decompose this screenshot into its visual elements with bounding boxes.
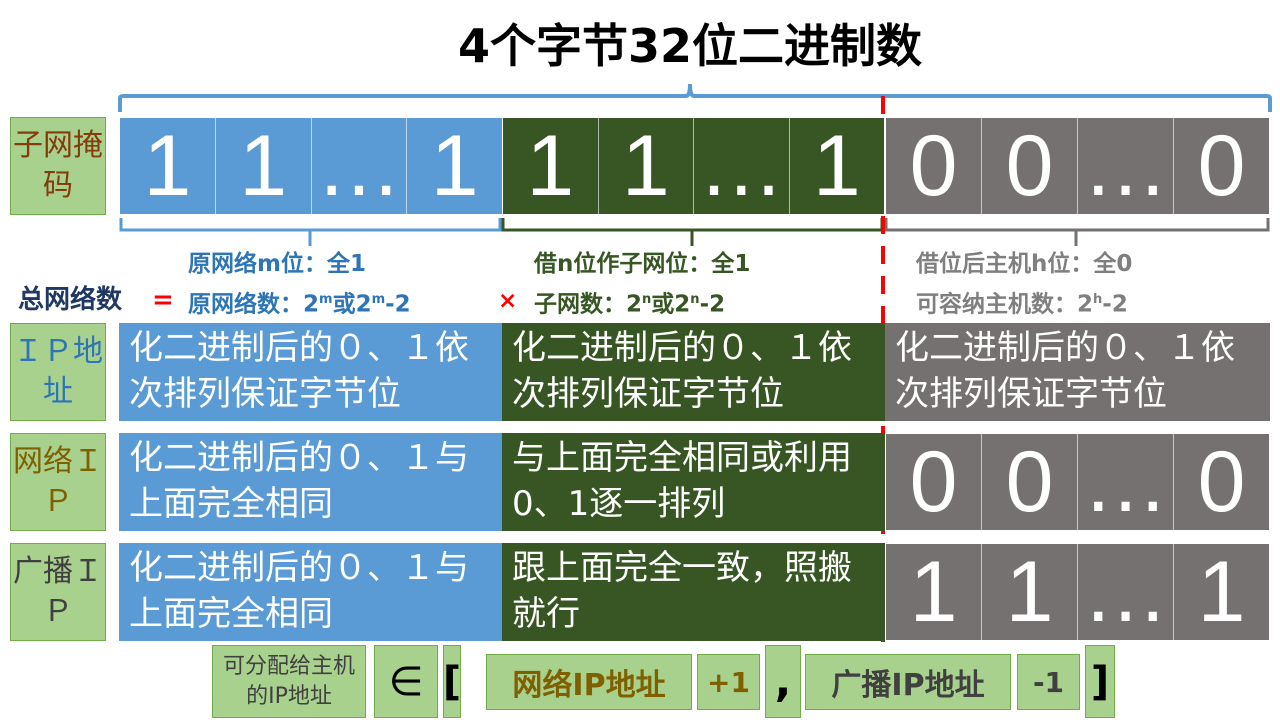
broadcast-ip-host-bits: 1 1… 1 (885, 543, 1270, 641)
bit: 1 (120, 118, 216, 214)
broadcast-ip-subnet-part: 跟上面完全一致，照搬就行 (502, 543, 885, 641)
equals-sign: = (152, 285, 174, 315)
right-bracket: ] (1085, 645, 1115, 718)
bit: … (1078, 544, 1174, 640)
network-ip-address-box: 网络IP地址 (486, 654, 692, 710)
ip-network-part: 化二进制后的０、１依次排列保证字节位 (119, 323, 503, 421)
bit: 1 (216, 118, 312, 214)
bit: 0 (886, 118, 982, 214)
bit: … (694, 118, 790, 214)
bit: … (312, 118, 408, 214)
bit: … (1078, 434, 1174, 530)
text: -2 (385, 291, 411, 318)
bit: 0 (886, 434, 982, 530)
mask-subnet-bits: 1 1… 1 (502, 117, 885, 215)
total-networks-label: 总网络数 (18, 285, 123, 315)
exp: m (371, 292, 386, 307)
text: 可容纳主机数：2 (916, 291, 1094, 318)
broadcast-ip-address-box: 广播IP地址 (805, 654, 1011, 710)
times-sign: × (498, 288, 518, 314)
host-count-note: 可容纳主机数：2h-2 (916, 282, 1128, 323)
subnet-count-note: 子网数：2n或2n-2 (534, 282, 725, 323)
bit: 1 (503, 118, 599, 214)
exp: n (642, 292, 652, 307)
comma: , (765, 645, 801, 718)
net-bits-note: 原网络m位：全1 (188, 251, 366, 277)
exp: n (690, 292, 700, 307)
bit: 1 (812, 117, 861, 214)
network-ip-network-part: 化二进制后的０、１与上面完全相同 (119, 433, 503, 531)
element-of-symbol: ∈ (374, 645, 438, 718)
text: 或2 (651, 291, 691, 318)
bit: 1 (599, 118, 694, 214)
minus-one-box: -1 (1017, 654, 1080, 710)
bit: 1 (430, 117, 479, 214)
broadcast-ip-network-part: 化二进制后的０、１与上面完全相同 (119, 543, 503, 641)
text: 子网数：2 (534, 291, 643, 318)
text: -2 (1102, 291, 1128, 318)
bit: 0 (1197, 117, 1246, 214)
network-ip-subnet-part: 与上面完全相同或利用0、1逐一排列 (502, 433, 885, 531)
exp: m (319, 292, 333, 307)
host-brace (884, 218, 1270, 246)
bit: 1 (886, 544, 982, 640)
row-label-network: 网络ＩＰ (10, 433, 106, 531)
top-brace (118, 83, 1272, 112)
bit: … (1078, 118, 1174, 214)
plus-one-box: +1 (697, 654, 760, 710)
subnet-bits-note: 借n位作子网位：全1 (534, 251, 751, 277)
net-brace (119, 218, 502, 246)
sub-brace (501, 218, 884, 246)
bit: 0 (982, 434, 1078, 530)
mask-network-bits: 1 1… 1 (119, 117, 503, 215)
ip-host-part: 化二进制后的０、１依次排列保证字节位 (885, 323, 1270, 421)
left-bracket: [ (443, 645, 461, 718)
text: 原网络数：2 (188, 291, 320, 318)
assignable-host-ip-label: 可分配给主机的IP地址 (212, 645, 366, 718)
ip-subnet-part: 化二进制后的０、１依次排列保证字节位 (502, 323, 885, 421)
mask-host-bits: 0 0… 0 (885, 117, 1270, 215)
host-bits-note: 借位后主机h位：全0 (916, 251, 1133, 277)
bit: 1 (1197, 543, 1246, 640)
bit: 0 (982, 118, 1078, 214)
text: 或2 (332, 291, 372, 318)
row-label-ip: ＩＰ地址 (10, 323, 106, 421)
bit: 1 (982, 544, 1078, 640)
bit: 0 (1197, 433, 1246, 530)
row-label-mask: 子网掩码 (10, 117, 106, 215)
network-ip-host-bits: 0 0… 0 (885, 433, 1270, 531)
row-label-broadcast: 广播ＩＰ (10, 543, 106, 641)
exp: h (1093, 292, 1103, 307)
net-count-note: 原网络数：2m或2m-2 (188, 282, 411, 323)
text: -2 (699, 291, 726, 318)
